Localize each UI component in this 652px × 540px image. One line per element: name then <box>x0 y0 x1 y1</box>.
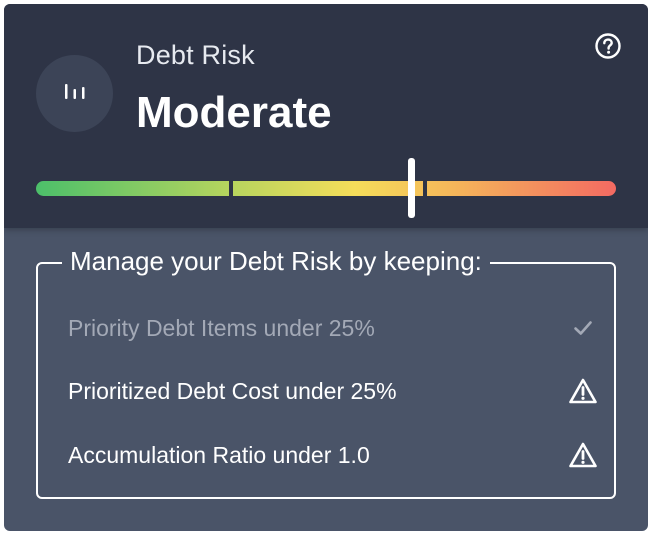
warning-icon <box>568 376 598 406</box>
meter-divider <box>423 181 427 196</box>
check-icon <box>568 313 598 343</box>
tip-label: Priority Debt Items under 25% <box>68 314 375 341</box>
tip-label: Accumulation Ratio under 1.0 <box>68 441 370 468</box>
bar-chart-icon <box>62 78 88 109</box>
risk-meter <box>36 181 616 196</box>
meter-divider <box>229 181 233 196</box>
tips-title: Manage your Debt Risk by keeping: <box>62 246 490 277</box>
page-title: Debt Risk <box>136 40 255 70</box>
risk-marker <box>408 158 415 218</box>
tip-item: Priority Debt Items under 25% <box>68 308 598 348</box>
debt-risk-card: Debt Risk Moderate Manage your Debt Risk… <box>4 4 648 531</box>
avatar <box>36 55 113 132</box>
tip-item: Prioritized Debt Cost under 25% <box>68 371 598 411</box>
help-circle-icon[interactable] <box>594 32 622 60</box>
tip-item: Accumulation Ratio under 1.0 <box>68 435 598 475</box>
tips-panel: Manage your Debt Risk by keeping: Priori… <box>36 246 616 499</box>
risk-level: Moderate <box>136 88 332 137</box>
tip-label: Prioritized Debt Cost under 25% <box>68 377 397 404</box>
warning-icon <box>568 440 598 470</box>
card-header: Debt Risk Moderate <box>4 4 648 228</box>
